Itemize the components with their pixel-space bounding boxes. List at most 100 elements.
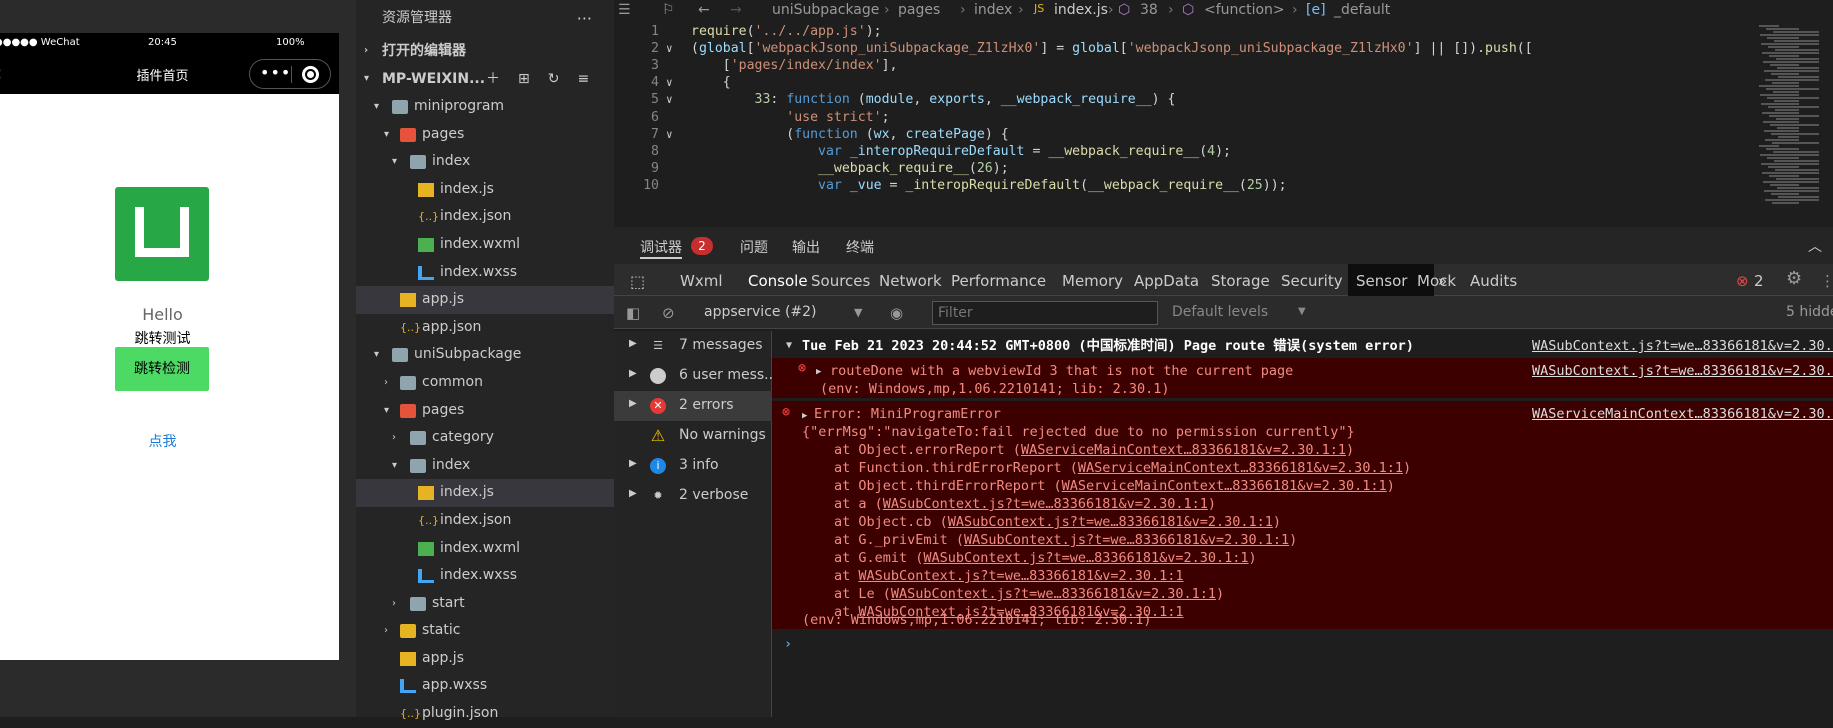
collapse-triangle-icon[interactable]: ▼ (786, 337, 792, 355)
tab-problems[interactable]: 问题 (740, 237, 768, 257)
tab-console[interactable]: Console (748, 272, 808, 290)
sidebar-toggle-icon[interactable]: ◧ (626, 304, 640, 322)
collapse-panel-icon[interactable]: ︿ (1808, 236, 1822, 256)
tab-mock[interactable]: Mock (1417, 272, 1456, 290)
tree-item[interactable]: index.wxml (356, 231, 614, 259)
console-filter-user[interactable]: ▶ 6 user mess... (614, 361, 778, 391)
console-output[interactable]: ▼ Tue Feb 21 2023 20:44:52 GMT+0800 (中国标… (772, 331, 1833, 717)
more-options-icon[interactable]: ⋮ (1820, 272, 1833, 290)
open-editors-section[interactable]: › 打开的编辑器 (356, 37, 614, 65)
new-folder-icon[interactable]: ⊞ (518, 71, 530, 87)
tree-item[interactable]: ▾ index (356, 148, 614, 176)
tree-item[interactable]: ▾ miniprogram (356, 93, 614, 121)
breadcrumb-item[interactable]: uniSubpackage (772, 2, 879, 18)
tree-item[interactable]: › common (356, 369, 614, 397)
tree-item[interactable]: {..} index.json (356, 507, 614, 535)
tree-item[interactable]: app.js (356, 286, 614, 314)
tree-item[interactable]: ▾ index (356, 452, 614, 480)
click-me-link[interactable]: 点我 (0, 431, 325, 451)
console-filter-warning[interactable]: ⚠ No warnings (614, 421, 772, 451)
stack-frame-link[interactable]: WASubContext.js?t=we…83366181&v=2.30.1:1 (964, 532, 1289, 548)
console-prompt[interactable]: › (784, 635, 792, 653)
jump-check-button[interactable]: 跳转检测 (115, 347, 209, 391)
back-arrow-icon[interactable]: ← (698, 2, 710, 18)
tab-sources[interactable]: Sources (811, 272, 870, 290)
inspect-element-icon[interactable]: ⬚ (630, 272, 645, 291)
expand-triangle-icon[interactable]: ▶ (629, 398, 637, 409)
tree-item[interactable]: index.js (356, 176, 614, 204)
stack-frame-link[interactable]: WASubContext.js?t=we…83366181&v=2.30.1:1 (883, 496, 1208, 512)
tree-item[interactable]: ▾ pages (356, 121, 614, 149)
stack-frame-link[interactable]: WASubContext.js?t=we…83366181&v=2.30.1:1 (948, 514, 1273, 530)
code-line[interactable]: 10 var _vue = _interopRequireDefault(__w… (614, 176, 1833, 196)
close-miniprogram-icon[interactable] (302, 66, 319, 83)
tree-item[interactable]: index.wxss (356, 562, 614, 590)
clear-console-icon[interactable]: ⊘ (662, 304, 675, 322)
forward-arrow-icon[interactable]: → (730, 2, 742, 18)
console-filter-error[interactable]: ▶ ✕ 2 errors (614, 391, 772, 421)
stack-frame-link[interactable]: WASubContext.js?t=we…83366181&v=2.30.1:1 (923, 550, 1248, 566)
console-filter-info[interactable]: ▶ i 3 info (614, 451, 772, 481)
tab-output[interactable]: 输出 (792, 237, 820, 257)
tree-item[interactable]: › category (356, 424, 614, 452)
source-link[interactable]: WASubContext.js?t=we…83366181&v=2.30.1 (1532, 337, 1833, 355)
tree-item[interactable]: app.wxss (356, 672, 614, 700)
tab-sensor[interactable]: Sensor (1356, 272, 1407, 290)
more-actions-icon[interactable]: ··· (577, 0, 592, 37)
console-filter-verbose[interactable]: ▶ ✹ 2 verbose (614, 481, 772, 511)
collapse-all-icon[interactable]: ≡ (577, 71, 589, 87)
tab-network[interactable]: Network (879, 272, 942, 290)
levels-dropdown[interactable]: Default levels (1172, 304, 1268, 320)
more-tabs-icon[interactable]: » (1438, 272, 1447, 290)
tab-wxml[interactable]: Wxml (680, 272, 723, 290)
bookmark-icon[interactable]: ⚐ (662, 2, 675, 18)
expand-triangle-icon[interactable]: ▶ (629, 338, 637, 349)
expand-triangle-icon[interactable]: ▶ (629, 458, 637, 469)
error-count[interactable]: 2 (1754, 272, 1764, 290)
filter-input[interactable] (932, 301, 1158, 325)
tab-memory[interactable]: Memory (1062, 272, 1123, 290)
new-file-icon[interactable]: ＋ (486, 71, 500, 87)
breadcrumb-item[interactable]: index (974, 2, 1012, 18)
stack-frame-link[interactable]: WAServiceMainContext…83366181&v=2.30.1:1 (1062, 478, 1387, 494)
tree-item[interactable]: app.js (356, 645, 614, 673)
tree-item[interactable]: › start (356, 590, 614, 618)
eye-icon[interactable]: ◉ (890, 304, 903, 322)
tab-security[interactable]: Security (1281, 272, 1343, 290)
tree-item[interactable]: {..} index.json (356, 203, 614, 231)
tab-performance[interactable]: Performance (951, 272, 1046, 290)
tab-storage[interactable]: Storage (1211, 272, 1270, 290)
settings-icon[interactable]: ⚙ (1786, 268, 1802, 289)
breadcrumb-item[interactable]: 38 (1140, 2, 1158, 18)
expand-triangle-icon[interactable]: ▶ (629, 368, 637, 379)
stack-frame-link[interactable]: WAServiceMainContext…83366181&v=2.30.1:1 (1078, 460, 1403, 476)
tree-item[interactable]: index.wxss (356, 259, 614, 287)
tree-item[interactable]: index.js (356, 479, 614, 507)
context-selector[interactable]: appservice (#2) (704, 304, 817, 320)
breadcrumb-item[interactable]: _default (1334, 2, 1390, 18)
expand-triangle-icon[interactable]: ▶ (629, 488, 637, 499)
refresh-icon[interactable]: ↻ (548, 71, 560, 87)
expand-triangle-icon[interactable]: ▶ (816, 363, 821, 381)
console-filter-list[interactable]: ▶ ☰ 7 messages (614, 331, 772, 361)
tree-item[interactable]: › static (356, 617, 614, 645)
capsule-menu[interactable]: ••• (249, 59, 331, 89)
tree-item[interactable]: {..} app.json (356, 314, 614, 342)
minimap[interactable] (1755, 22, 1833, 227)
stack-frame-link[interactable]: WAServiceMainContext…83366181&v=2.30.1:1 (1021, 442, 1346, 458)
project-section[interactable]: ▾ MP-WEIXIN... ＋ ⊞ ↻ ≡ (356, 65, 614, 93)
tab-appdata[interactable]: AppData (1134, 272, 1199, 290)
source-link[interactable]: WASubContext.js?t=we…83366181&v=2.30.1 (1532, 362, 1833, 380)
tree-item[interactable]: ▾ pages (356, 397, 614, 425)
stack-frame-link[interactable]: WASubContext.js?t=we…83366181&v=2.30.1:1 (891, 586, 1216, 602)
tab-terminal[interactable]: 终端 (846, 237, 874, 257)
breadcrumb-item[interactable]: index.js (1054, 2, 1108, 18)
source-link[interactable]: WAServiceMainContext…83366181&v=2.30.1 (1532, 405, 1833, 423)
tab-audits[interactable]: Audits (1470, 272, 1517, 290)
outline-icon[interactable]: ☰ (618, 2, 631, 18)
code-editor[interactable]: 1 require('../../app.js'); 2 ∨ (global['webp… (614, 22, 1833, 227)
tree-item[interactable]: {..} plugin.json (356, 700, 614, 728)
more-icon[interactable]: ••• (260, 63, 291, 82)
tab-debugger[interactable]: 调试器 (640, 237, 682, 259)
chevron-down-icon[interactable]: ▼ (854, 306, 862, 319)
